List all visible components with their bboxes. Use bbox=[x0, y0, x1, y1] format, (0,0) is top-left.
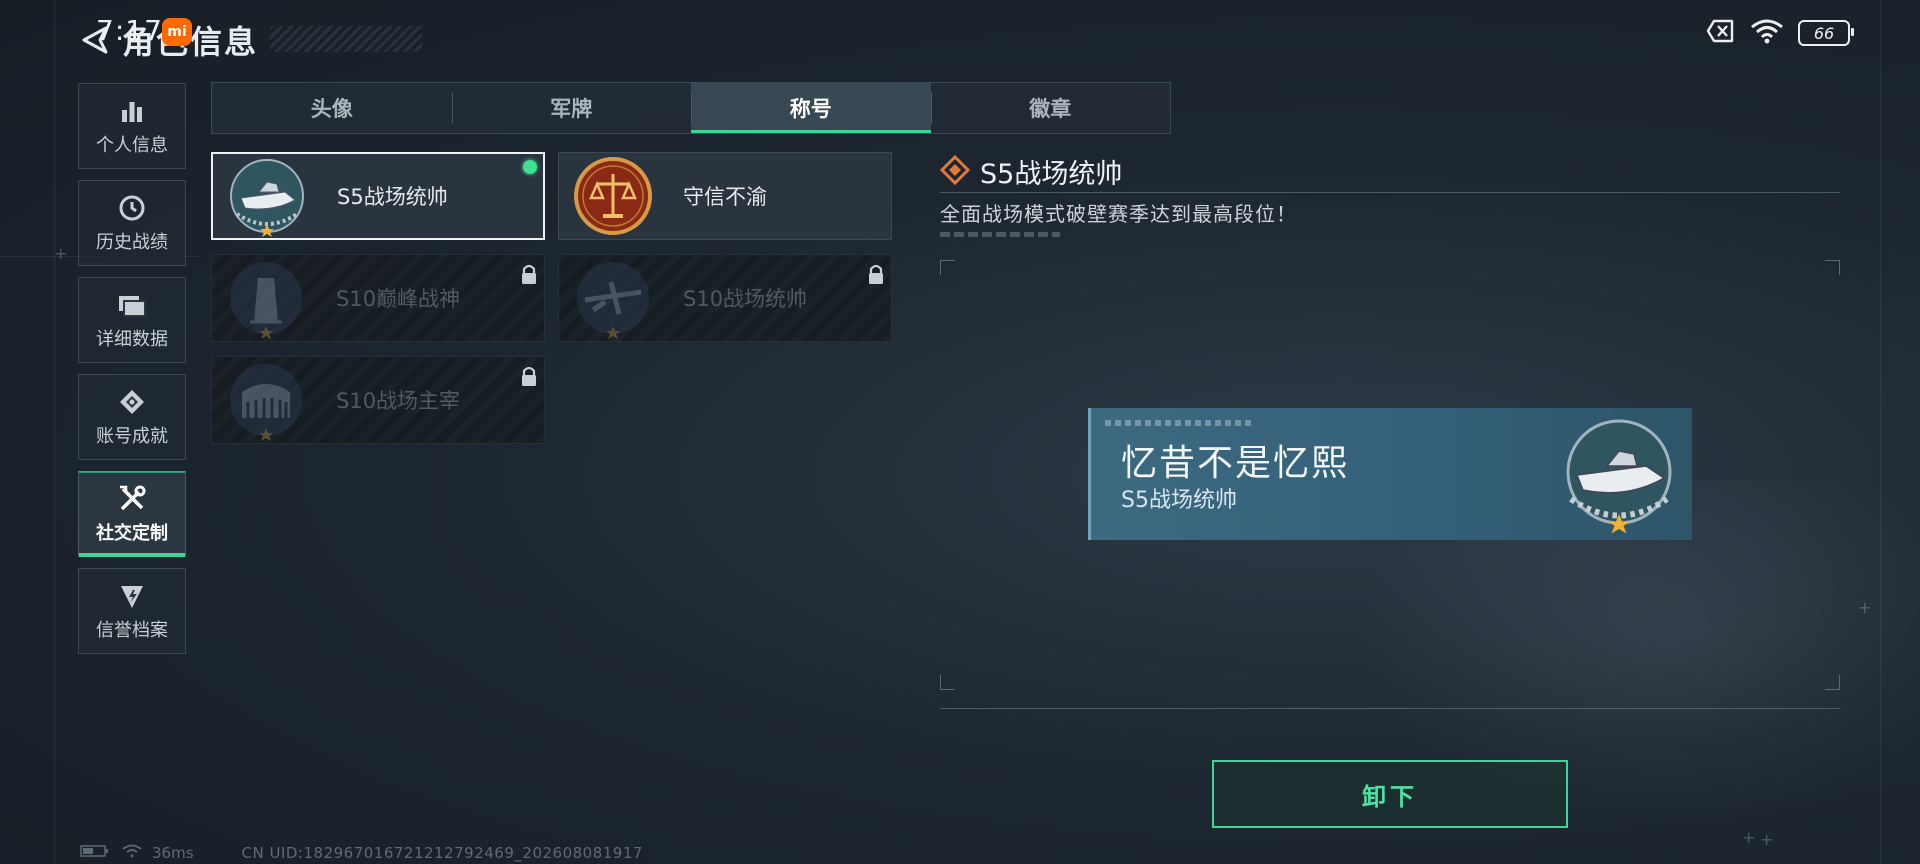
title-decoration bbox=[270, 26, 422, 52]
plate-title: S5战场统帅 bbox=[1121, 488, 1237, 513]
nav-item-social-custom[interactable]: 社交定制 bbox=[78, 471, 186, 557]
title-card-label: S5战场统帅 bbox=[337, 185, 448, 209]
folder-icon bbox=[116, 289, 148, 321]
nav-label: 信誉档案 bbox=[96, 620, 168, 641]
detail-title: S5战场统帅 bbox=[980, 159, 1123, 190]
divider bbox=[940, 192, 1840, 193]
background-plus: + bbox=[1760, 830, 1774, 849]
background-plus: + bbox=[1742, 828, 1756, 847]
frame-corner bbox=[940, 675, 955, 690]
boat-medal-icon bbox=[225, 154, 309, 238]
frame-corner bbox=[1825, 260, 1840, 275]
shield-icon bbox=[116, 580, 148, 612]
nav-label: 账号成就 bbox=[96, 426, 168, 447]
nav-item-details[interactable]: 详细数据 bbox=[78, 277, 186, 363]
user-uid: CN UID:1829670167212127924​69_2026080819… bbox=[241, 844, 643, 862]
battery-icon: 66 bbox=[1798, 20, 1854, 46]
system-icons: 66 bbox=[1706, 18, 1854, 48]
clock-icon bbox=[116, 192, 148, 224]
side-nav: 个人信息 历史战绩 详细数据 账号成就 社交定制 信誉档案 bbox=[78, 83, 186, 665]
tools-icon bbox=[116, 483, 148, 515]
ping-value: 36ms bbox=[152, 844, 194, 862]
player-name: 忆昔不是忆熙 bbox=[1121, 443, 1350, 484]
title-card-label: S10战场统帅 bbox=[683, 287, 808, 311]
background-line bbox=[54, 0, 55, 864]
detail-description: 全面战场模式破壁赛季达到最高段位！ bbox=[940, 202, 1297, 226]
nav-label: 社交定制 bbox=[96, 523, 168, 544]
nav-item-achievements[interactable]: 账号成就 bbox=[78, 374, 186, 460]
plane-medal-icon bbox=[571, 256, 655, 340]
battery-small-icon bbox=[80, 844, 110, 862]
lock-icon bbox=[520, 263, 538, 285]
equipped-indicator bbox=[523, 160, 537, 174]
title-card-label: 守信不渝 bbox=[683, 185, 767, 209]
title-card-keep-faith[interactable]: 守信不渝 bbox=[558, 152, 892, 240]
tab-dog-tag[interactable]: 军牌 bbox=[451, 83, 692, 133]
lock-icon bbox=[867, 263, 885, 285]
nav-label: 详细数据 bbox=[96, 329, 168, 350]
plate-decoration bbox=[1105, 420, 1255, 426]
wifi-small-icon bbox=[122, 844, 142, 862]
wifi-icon bbox=[1750, 18, 1784, 48]
tab-bar: 头像 军牌 称号 徽章 bbox=[211, 82, 1171, 134]
sim-error-icon bbox=[1706, 19, 1736, 47]
boat-medal-icon bbox=[1556, 412, 1682, 538]
tab-title[interactable]: 称号 bbox=[691, 83, 931, 133]
colosseum-medal-icon bbox=[224, 358, 308, 442]
nameplate-preview: 忆昔不是忆熙 S5战场统帅 bbox=[1088, 408, 1692, 540]
detail-header: S5战场统帅 bbox=[939, 152, 1123, 191]
nav-label: 个人信息 bbox=[96, 135, 168, 156]
title-card-s10-peak-god[interactable]: S10巅峰战神 bbox=[211, 254, 545, 342]
title-card-label: S10战场主宰 bbox=[336, 389, 461, 413]
divider bbox=[940, 708, 1840, 709]
frame-corner bbox=[1825, 675, 1840, 690]
frame-corner bbox=[940, 260, 955, 275]
achievement-icon bbox=[116, 386, 148, 418]
title-card-s10-dominator[interactable]: S10战场主宰 bbox=[211, 356, 545, 444]
mi-badge-icon: mi bbox=[162, 18, 192, 46]
lock-icon bbox=[520, 365, 538, 387]
title-card-label: S10巅峰战神 bbox=[336, 287, 461, 311]
background-plus: + bbox=[54, 244, 68, 263]
bar-chart-icon bbox=[116, 95, 148, 127]
tab-avatar[interactable]: 头像 bbox=[212, 83, 452, 133]
nav-item-history[interactable]: 历史战绩 bbox=[78, 180, 186, 266]
scales-medal-icon bbox=[571, 154, 655, 238]
status-time: 7:17 bbox=[96, 14, 163, 47]
nav-item-credit[interactable]: 信誉档案 bbox=[78, 568, 186, 654]
background-plus: + bbox=[1858, 598, 1872, 617]
unequip-button[interactable]: 卸下 bbox=[1212, 760, 1568, 828]
nav-item-personal-info[interactable]: 个人信息 bbox=[78, 83, 186, 169]
nav-label: 历史战绩 bbox=[96, 232, 168, 253]
footer: 36ms CN UID:1829670167212127924​69_20260… bbox=[80, 844, 643, 862]
description-decoration bbox=[940, 232, 1060, 237]
background-line bbox=[1880, 0, 1881, 864]
diamond-icon bbox=[939, 154, 971, 189]
tower-medal-icon bbox=[224, 256, 308, 340]
tab-badge[interactable]: 徽章 bbox=[930, 83, 1171, 133]
title-card-s5-commander[interactable]: S5战场统帅 bbox=[211, 152, 545, 240]
title-card-s10-commander[interactable]: S10战场统帅 bbox=[558, 254, 892, 342]
